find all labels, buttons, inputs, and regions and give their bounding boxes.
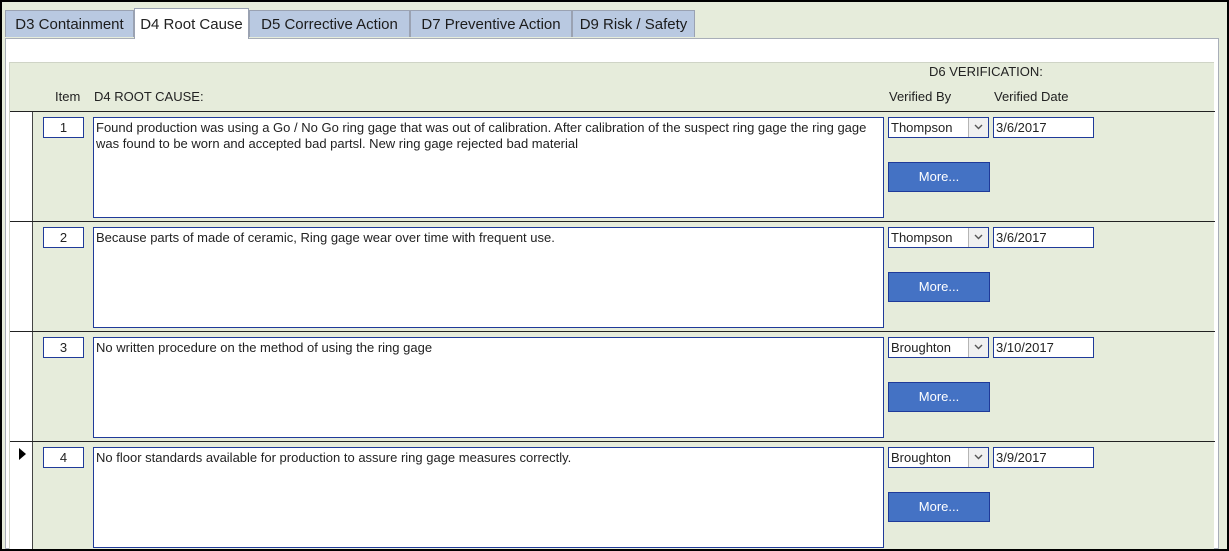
tab-strip: D3 Containment D4 Root Cause D5 Correcti… bbox=[5, 8, 1220, 39]
root-cause-field[interactable]: Because parts of made of ceramic, Ring g… bbox=[93, 227, 884, 328]
dropdown-button[interactable] bbox=[968, 118, 988, 137]
tab-page-root-cause: D6 VERIFICATION: Item D4 ROOT CAUSE: Ver… bbox=[5, 38, 1219, 549]
verified-by-dropdown[interactable]: Broughton bbox=[888, 337, 989, 358]
root-cause-field[interactable]: No floor standards available for product… bbox=[93, 447, 884, 548]
record-row-1: 1 Found production was using a Go / No G… bbox=[10, 111, 1215, 221]
verified-date-field[interactable]: 3/10/2017 bbox=[993, 337, 1094, 358]
d6-verification-heading: D6 VERIFICATION: bbox=[929, 64, 1043, 79]
verified-by-column-header: Verified By bbox=[889, 89, 952, 104]
root-cause-field[interactable]: Found production was using a Go / No Go … bbox=[93, 117, 884, 218]
verified-by-value: Thompson bbox=[891, 230, 953, 245]
chevron-down-icon bbox=[974, 124, 983, 130]
verified-by-dropdown[interactable]: Thompson bbox=[888, 227, 989, 248]
root-cause-subform: D6 VERIFICATION: Item D4 ROOT CAUSE: Ver… bbox=[9, 62, 1215, 549]
item-number-field[interactable]: 1 bbox=[43, 117, 84, 138]
form-window: D3 Containment D4 Root Cause D5 Correcti… bbox=[0, 0, 1229, 551]
more-button[interactable]: More... bbox=[888, 382, 990, 412]
dropdown-button[interactable] bbox=[968, 228, 988, 247]
record-selector[interactable] bbox=[10, 332, 33, 441]
verified-date-field[interactable]: 3/9/2017 bbox=[993, 447, 1094, 468]
dropdown-button[interactable] bbox=[968, 338, 988, 357]
verified-date-column-header: Verified Date bbox=[994, 89, 1069, 104]
record-selector[interactable] bbox=[10, 112, 33, 221]
tab-d4-root-cause[interactable]: D4 Root Cause bbox=[134, 8, 249, 39]
item-number-field[interactable]: 3 bbox=[43, 337, 84, 358]
item-column-header: Item bbox=[55, 89, 81, 104]
verified-by-dropdown[interactable]: Thompson bbox=[888, 117, 989, 138]
item-number-field[interactable]: 2 bbox=[43, 227, 84, 248]
record-row-4: 4 No floor standards available for produ… bbox=[10, 441, 1215, 549]
current-record-arrow-icon bbox=[19, 448, 26, 460]
chevron-down-icon bbox=[974, 234, 983, 240]
tab-d5-corrective-action[interactable]: D5 Corrective Action bbox=[249, 10, 410, 37]
chevron-down-icon bbox=[974, 454, 983, 460]
root-cause-field[interactable]: No written procedure on the method of us… bbox=[93, 337, 884, 438]
record-selector[interactable] bbox=[10, 442, 33, 549]
record-row-2: 2 Because parts of made of ceramic, Ring… bbox=[10, 221, 1215, 331]
tab-d9-risk-safety[interactable]: D9 Risk / Safety bbox=[572, 10, 695, 37]
verified-date-field[interactable]: 3/6/2017 bbox=[993, 117, 1094, 138]
tab-d3-containment[interactable]: D3 Containment bbox=[5, 10, 134, 37]
dropdown-button[interactable] bbox=[968, 448, 988, 467]
verified-by-value: Thompson bbox=[891, 120, 953, 135]
root-cause-column-header: D4 ROOT CAUSE: bbox=[94, 89, 204, 104]
more-button[interactable]: More... bbox=[888, 492, 990, 522]
verified-by-dropdown[interactable]: Broughton bbox=[888, 447, 989, 468]
verified-by-value: Broughton bbox=[891, 340, 951, 355]
chevron-down-icon bbox=[974, 344, 983, 350]
record-row-3: 3 No written procedure on the method of … bbox=[10, 331, 1215, 441]
verified-date-field[interactable]: 3/6/2017 bbox=[993, 227, 1094, 248]
record-selector[interactable] bbox=[10, 222, 33, 331]
verified-by-value: Broughton bbox=[891, 450, 951, 465]
more-button[interactable]: More... bbox=[888, 272, 990, 302]
tab-d7-preventive-action[interactable]: D7 Preventive Action bbox=[410, 10, 572, 37]
item-number-field[interactable]: 4 bbox=[43, 447, 84, 468]
more-button[interactable]: More... bbox=[888, 162, 990, 192]
